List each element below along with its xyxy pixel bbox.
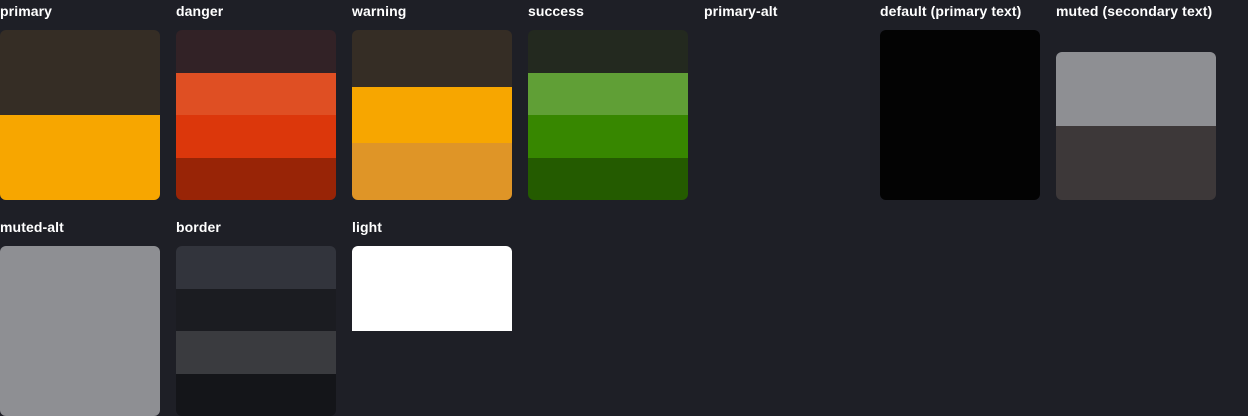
- color-chip-border-2: [176, 289, 336, 331]
- color-chip-muted-alt-1: [0, 246, 160, 416]
- swatch-group-primary: primary: [0, 0, 160, 200]
- swatch-stack-default: [880, 30, 1040, 200]
- color-chip-danger-1: [176, 30, 336, 73]
- swatch-group-warning: warning: [352, 0, 512, 200]
- swatch-label-success: success: [528, 3, 584, 19]
- swatch-stack-light: [352, 246, 512, 331]
- color-chip-default-1: [880, 30, 1040, 200]
- color-chip-success-1: [528, 30, 688, 73]
- swatch-label-primary: primary: [0, 3, 53, 19]
- color-chip-border-3: [176, 331, 336, 374]
- color-chip-success-2: [528, 73, 688, 115]
- swatch-group-success: success: [528, 0, 688, 200]
- swatch-group-border: border: [176, 216, 336, 416]
- swatch-label-muted-alt: muted-alt: [0, 219, 64, 235]
- swatch-label-primary-alt: primary-alt: [704, 3, 778, 19]
- color-chip-danger-2: [176, 73, 336, 115]
- color-chip-primary-2: [0, 115, 160, 200]
- color-chip-border-1: [176, 246, 336, 289]
- swatch-group-muted-alt: muted-alt: [0, 216, 160, 416]
- swatch-label-muted: muted (secondary text): [1056, 3, 1213, 19]
- swatch-group-primary-alt: primary-alt: [704, 0, 864, 30]
- swatch-stack-success: [528, 30, 688, 200]
- color-palette: primary danger warning success primary-a…: [0, 0, 1248, 416]
- color-chip-danger-3: [176, 115, 336, 158]
- color-chip-success-4: [528, 158, 688, 200]
- swatch-group-danger: danger: [176, 0, 336, 200]
- color-chip-warning-3: [352, 143, 512, 200]
- color-chip-warning-1: [352, 30, 512, 87]
- color-chip-danger-4: [176, 158, 336, 200]
- swatch-stack-danger: [176, 30, 336, 200]
- color-chip-light-1: [352, 246, 512, 331]
- color-chip-muted-1: [1056, 52, 1216, 126]
- swatch-group-muted: muted (secondary text): [1056, 0, 1216, 200]
- swatch-group-light: light: [352, 216, 512, 331]
- swatch-label-warning: warning: [352, 3, 407, 19]
- color-chip-muted-2: [1056, 126, 1216, 200]
- color-chip-warning-2: [352, 87, 512, 143]
- swatch-label-danger: danger: [176, 3, 224, 19]
- swatch-stack-muted: [1056, 52, 1216, 200]
- color-chip-border-4: [176, 374, 336, 416]
- swatch-stack-border: [176, 246, 336, 416]
- swatch-stack-muted-alt: [0, 246, 160, 416]
- swatch-label-border: border: [176, 219, 221, 235]
- swatch-group-default: default (primary text): [880, 0, 1040, 200]
- color-chip-success-3: [528, 115, 688, 158]
- swatch-label-light: light: [352, 219, 383, 235]
- swatch-stack-warning: [352, 30, 512, 200]
- swatch-label-default: default (primary text): [880, 3, 1022, 19]
- color-chip-primary-1: [0, 30, 160, 115]
- swatch-stack-primary: [0, 30, 160, 200]
